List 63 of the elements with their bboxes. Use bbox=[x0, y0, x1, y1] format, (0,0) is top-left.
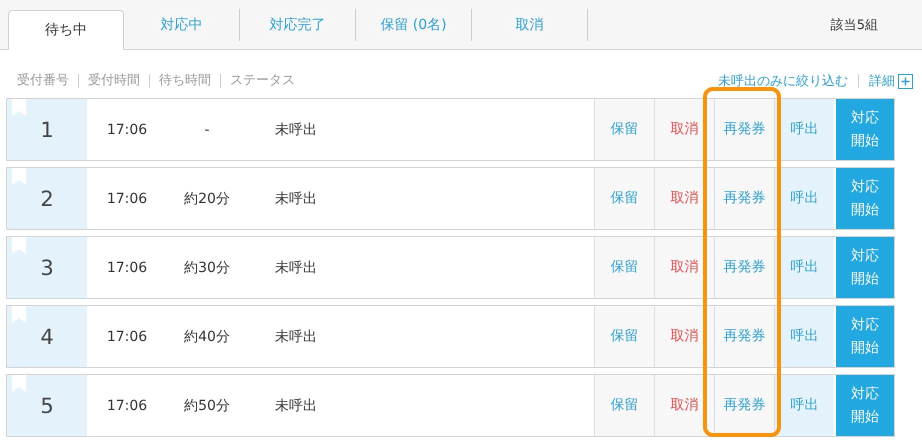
action-button[interactable]: 再発券 bbox=[714, 237, 774, 298]
filter-link[interactable]: 未呼出のみに絞り込む bbox=[718, 72, 848, 90]
queue-number: 1 bbox=[7, 99, 87, 160]
action-button[interactable]: 対応開始 bbox=[834, 168, 894, 229]
bookmark-icon[interactable] bbox=[12, 168, 26, 185]
action-button[interactable]: 再発券 bbox=[714, 99, 774, 160]
queue-number: 5 bbox=[7, 375, 87, 436]
action-button[interactable]: 呼出 bbox=[774, 237, 834, 298]
action-button[interactable]: 呼出 bbox=[774, 99, 834, 160]
action-button[interactable]: 再発券 bbox=[714, 168, 774, 229]
action-button[interactable]: 保留 bbox=[594, 237, 654, 298]
action-button[interactable]: 保留 bbox=[594, 168, 654, 229]
bookmark-icon[interactable] bbox=[12, 306, 26, 323]
action-button[interactable]: 取消 bbox=[654, 306, 714, 367]
column-header: 受付時間 bbox=[78, 74, 149, 88]
tab[interactable]: 対応完了 bbox=[240, 9, 356, 41]
bookmark-icon[interactable] bbox=[12, 375, 26, 392]
action-button[interactable]: 対応開始 bbox=[834, 375, 894, 436]
tab[interactable]: 取消 bbox=[472, 9, 588, 41]
queue-number: 3 bbox=[7, 237, 87, 298]
action-button[interactable]: 再発券 bbox=[714, 306, 774, 367]
detail-link[interactable]: 詳細 bbox=[869, 72, 895, 90]
bookmark-icon[interactable] bbox=[12, 237, 26, 254]
wait-time: 約40分 bbox=[183, 328, 231, 346]
status-text: 未呼出 bbox=[275, 190, 317, 208]
action-button[interactable]: 対応開始 bbox=[834, 237, 894, 298]
column-header: 待ち時間 bbox=[149, 74, 220, 88]
status-text: 未呼出 bbox=[275, 258, 317, 276]
status-text: 未呼出 bbox=[275, 120, 317, 138]
action-button[interactable]: 呼出 bbox=[774, 168, 834, 229]
queue-number: 2 bbox=[7, 168, 87, 229]
action-button[interactable]: 呼出 bbox=[774, 306, 834, 367]
action-button[interactable]: 保留 bbox=[594, 375, 654, 436]
result-count: 該当5組 bbox=[830, 16, 878, 34]
wait-time: 約50分 bbox=[183, 396, 231, 414]
wait-time: 約20分 bbox=[183, 190, 231, 208]
column-header: 受付番号 bbox=[17, 74, 70, 88]
action-button[interactable]: 保留 bbox=[594, 306, 654, 367]
tab[interactable]: 保留 (0名) bbox=[356, 9, 472, 41]
action-button[interactable]: 対応開始 bbox=[834, 99, 894, 160]
action-button[interactable]: 対応開始 bbox=[834, 306, 894, 367]
action-button[interactable]: 取消 bbox=[654, 375, 714, 436]
tab[interactable]: 対応中 bbox=[124, 9, 240, 41]
wait-time: 約30分 bbox=[183, 258, 231, 276]
reception-time: 17:06 bbox=[106, 260, 148, 276]
wait-time: - bbox=[203, 122, 211, 138]
tab[interactable]: 待ち中 bbox=[8, 10, 124, 50]
reception-time: 17:06 bbox=[106, 122, 148, 138]
reception-time: 17:06 bbox=[106, 328, 148, 344]
action-button[interactable]: 再発券 bbox=[714, 375, 774, 436]
reception-time: 17:06 bbox=[106, 398, 148, 414]
action-button[interactable]: 取消 bbox=[654, 237, 714, 298]
action-button[interactable]: 呼出 bbox=[774, 375, 834, 436]
status-text: 未呼出 bbox=[275, 328, 317, 346]
status-text: 未呼出 bbox=[275, 396, 317, 414]
queue-number: 4 bbox=[7, 306, 87, 367]
reception-time: 17:06 bbox=[106, 190, 148, 206]
action-button[interactable]: 保留 bbox=[594, 99, 654, 160]
column-header: ステータス bbox=[220, 74, 304, 88]
action-button[interactable]: 取消 bbox=[654, 168, 714, 229]
action-button[interactable]: 取消 bbox=[654, 99, 714, 160]
expand-plus-icon[interactable] bbox=[898, 74, 913, 88]
bookmark-icon[interactable] bbox=[12, 99, 26, 116]
